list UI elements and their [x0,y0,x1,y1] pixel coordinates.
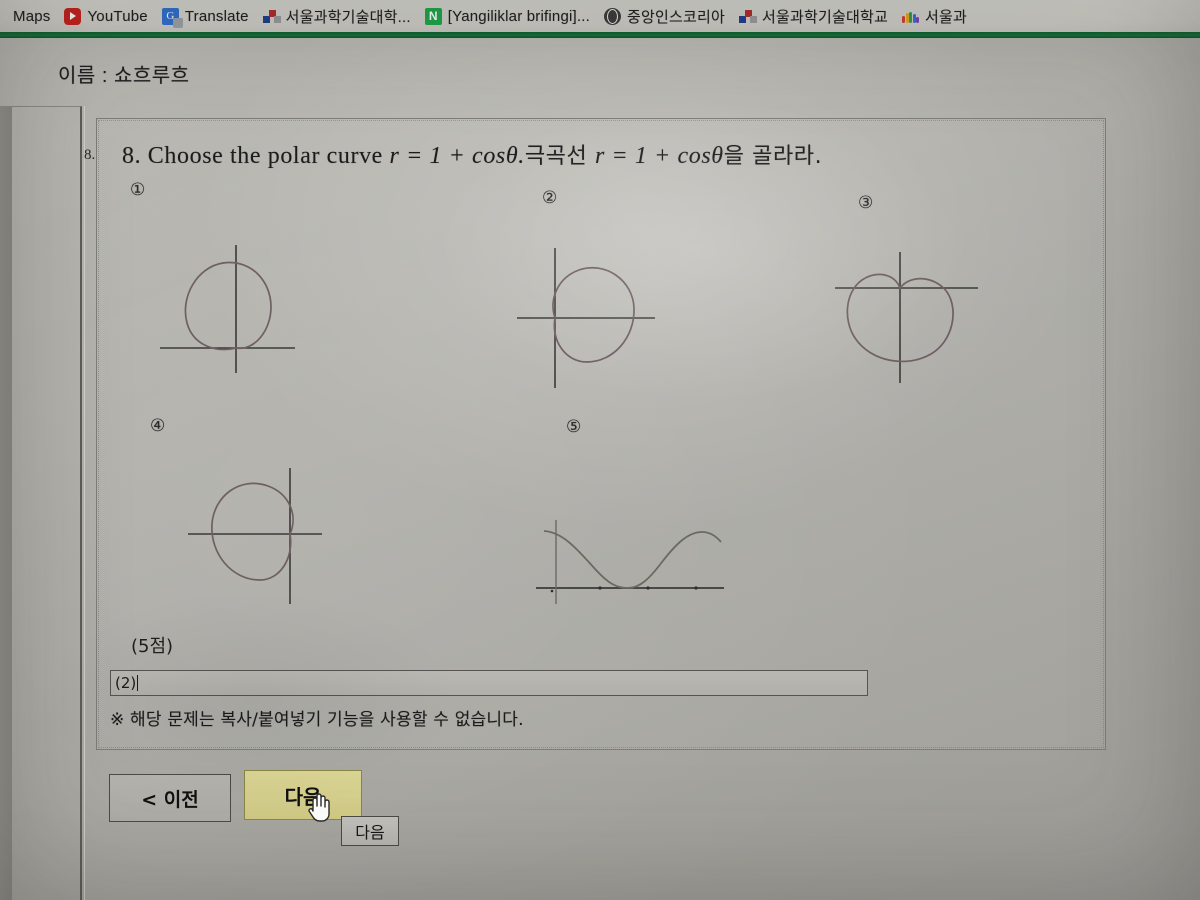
bookmark-seoultech-2[interactable]: 서울과학기술대학교 [732,3,895,29]
option-2-figure [507,240,687,390]
previous-button[interactable]: < 이전 [109,774,231,822]
bookmark-label: 서울과학기술대학교 [762,8,889,26]
question-text-en: 8. Choose the polar curve [122,143,390,169]
bookmark-label: YouTube [87,7,148,25]
bookmark-seoultech-3[interactable]: 서울과 [895,3,974,29]
option-4-figure [180,462,360,612]
option-3-number: ③ [858,193,874,213]
next-button[interactable]: 다음 [244,770,362,820]
next-button-tooltip: 다음 [341,816,399,846]
bookmark-label: 서울과학기술대학... [285,8,411,26]
bookmark-label: 서울과 [925,8,968,26]
youtube-icon [64,7,82,25]
question-text-ko-prefix: 극곡선 [524,144,595,169]
seoultech-icon [739,8,758,25]
option-2-number: ② [542,188,558,208]
question-number: 8. [84,147,96,163]
screenshot-root: Maps YouTube G Translate 서울과학기술대학... N [… [0,0,1200,900]
question-navigator-panel[interactable] [12,106,82,900]
bookmark-label: 중앙인스코리아 [627,8,726,26]
google-translate-icon: G [161,7,183,28]
question-text: 8. Choose the polar curve r = 1 + cosθ.극… [122,138,822,170]
option-4-number: ④ [150,416,166,436]
bookmark-youtube[interactable]: YouTube [57,3,154,29]
seoultech-icon [262,8,281,25]
page-left-margin [0,106,12,900]
bookmark-translate[interactable]: G Translate [155,3,256,29]
naver-icon: N [424,7,442,25]
option-3-figure [823,238,1003,388]
bookmark-seoultech-1[interactable]: 서울과학기술대학... [256,3,418,29]
option-1-number: ① [130,180,146,200]
question-box [96,118,1106,750]
answer-input[interactable]: (2) [110,670,868,696]
bookmark-label: Maps [13,7,51,25]
bookmark-label: Translate [184,7,249,25]
hand-cursor-icon [308,793,330,822]
question-formula-ko: r = 1 + cosθ [594,143,724,169]
globe-icon [604,7,622,25]
colorful-hand-icon [902,8,919,25]
site-header-green-bar [0,32,1200,38]
answer-input-value: (2) [115,674,137,692]
option-1-figure [145,235,315,385]
question-box-inner-border [98,120,1104,748]
question-formula-en: r = 1 + cosθ. [389,143,525,169]
bookmark-naver-briefing[interactable]: N [Yangiliklar brifingi]... [418,3,597,29]
bookmark-label: [Yangiliklar brifingi]... [447,7,591,25]
bookmark-jungang-inskorea[interactable]: 중앙인스코리아 [597,3,732,29]
text-caret [137,675,139,691]
option-5-number: ⑤ [566,417,582,437]
student-name-label: 이름 : 쇼흐루흐 [58,65,190,87]
score-label: (5점) [131,636,174,657]
question-text-ko-suffix: 을 골라라. [723,144,823,169]
copy-paste-notice: ※ 해당 문제는 복사/붙여넣기 기능을 사용할 수 없습니다. [110,710,524,730]
bookmark-maps[interactable]: Maps [6,3,57,29]
option-5-figure [528,492,738,612]
browser-bookmarks-bar: Maps YouTube G Translate 서울과학기술대학... N [… [0,0,1200,32]
